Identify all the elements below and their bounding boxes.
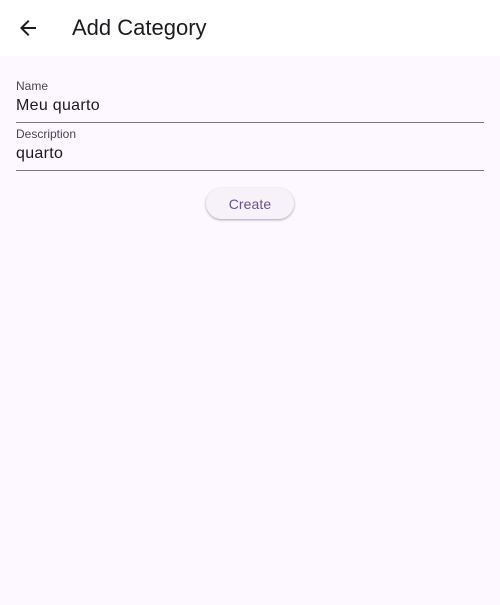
name-field-label: Name [16, 79, 49, 93]
app-bar: Add Category [0, 0, 500, 56]
app-screen: Add Category Name Description Create [0, 0, 500, 605]
name-input[interactable] [16, 94, 484, 118]
page-title: Add Category [72, 15, 207, 40]
description-field-label: Description [16, 127, 77, 141]
name-field[interactable]: Name [16, 78, 484, 123]
description-input[interactable] [16, 142, 484, 166]
arrow-back-icon [20, 20, 36, 36]
form-area: Name Description Create [0, 56, 500, 605]
description-field[interactable]: Description [16, 126, 484, 171]
create-button[interactable]: Create [206, 188, 294, 219]
back-button[interactable] [8, 8, 48, 48]
